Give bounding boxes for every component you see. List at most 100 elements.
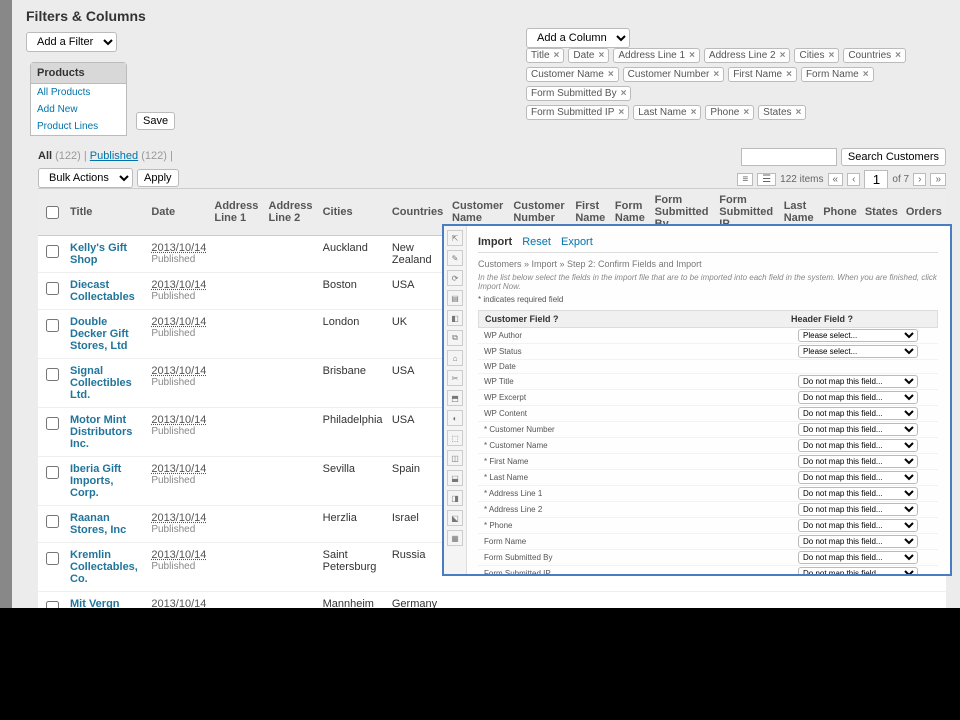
column-chip: Form Submitted By×: [526, 86, 631, 101]
tool-icon[interactable]: ◫: [447, 450, 463, 466]
row-title[interactable]: Double Decker Gift Stores, Ltd: [70, 316, 129, 352]
field-map-select[interactable]: Do not map this field...: [798, 471, 918, 484]
row-title[interactable]: Kremlin Collectables, Co.: [70, 549, 138, 585]
bulk-actions-select[interactable]: Bulk Actions: [38, 168, 133, 188]
first-page-button[interactable]: «: [828, 173, 844, 186]
field-map-select[interactable]: Do not map this field...: [798, 519, 918, 532]
sidebar-link[interactable]: All Products: [31, 84, 126, 101]
column-header[interactable]: Title: [66, 189, 147, 236]
tool-icon[interactable]: ▤: [447, 290, 463, 306]
column-header[interactable]: Date: [147, 189, 210, 236]
row-checkbox[interactable]: [46, 552, 59, 565]
tool-icon[interactable]: ⬕: [447, 510, 463, 526]
published-filter[interactable]: Published: [90, 150, 138, 162]
save-button[interactable]: Save: [136, 112, 175, 130]
column-header[interactable]: Address Line 2: [265, 189, 319, 236]
remove-chip-icon[interactable]: ×: [796, 107, 802, 118]
remove-chip-icon[interactable]: ×: [828, 50, 834, 61]
row-title[interactable]: Diecast Collectables: [70, 279, 135, 303]
row-checkbox[interactable]: [46, 417, 59, 430]
add-filter-select[interactable]: Add a Filter: [26, 32, 117, 52]
field-map-select[interactable]: Do not map this field...: [798, 503, 918, 516]
tool-icon[interactable]: ⇱: [447, 230, 463, 246]
row-checkbox[interactable]: [46, 466, 59, 479]
field-map-select[interactable]: Do not map this field...: [798, 551, 918, 564]
field-map-select[interactable]: Do not map this field...: [798, 535, 918, 548]
remove-chip-icon[interactable]: ×: [691, 107, 697, 118]
field-map-select[interactable]: Do not map this field...: [798, 423, 918, 436]
search-input[interactable]: [741, 148, 837, 166]
tool-icon[interactable]: ⌂: [447, 350, 463, 366]
prev-page-button[interactable]: ‹: [847, 173, 860, 186]
modal-tab[interactable]: Import: [478, 236, 512, 248]
remove-chip-icon[interactable]: ×: [608, 69, 614, 80]
tool-icon[interactable]: ▦: [447, 530, 463, 546]
row-checkbox[interactable]: [46, 319, 59, 332]
field-map-select[interactable]: Do not map this field...: [798, 407, 918, 420]
field-map-select[interactable]: Do not map this field...: [798, 439, 918, 452]
remove-chip-icon[interactable]: ×: [618, 107, 624, 118]
field-map-select[interactable]: Do not map this field...: [798, 455, 918, 468]
row-checkbox[interactable]: [46, 601, 59, 608]
field-map-select[interactable]: Do not map this field...: [798, 391, 918, 404]
view-list-icon[interactable]: ≡: [737, 173, 753, 186]
remove-chip-icon[interactable]: ×: [621, 88, 627, 99]
tool-icon[interactable]: ◐: [447, 410, 463, 426]
field-map-select[interactable]: Do not map this field...: [798, 567, 918, 574]
row-title[interactable]: Kelly's Gift Shop: [70, 242, 127, 266]
row-title[interactable]: Signal Collectibles Ltd.: [70, 365, 132, 401]
remove-chip-icon[interactable]: ×: [743, 107, 749, 118]
sidebar-link[interactable]: Product Lines: [31, 118, 126, 135]
remove-chip-icon[interactable]: ×: [780, 50, 786, 61]
remove-chip-icon[interactable]: ×: [713, 69, 719, 80]
column-header[interactable]: Address Line 1: [210, 189, 264, 236]
tool-icon[interactable]: ✎: [447, 250, 463, 266]
row-checkbox[interactable]: [46, 368, 59, 381]
view-excerpt-icon[interactable]: ☰: [757, 173, 776, 186]
add-column-select[interactable]: Add a Column: [526, 28, 630, 48]
column-header[interactable]: [38, 189, 66, 236]
row-checkbox[interactable]: [46, 282, 59, 295]
page-input[interactable]: [864, 170, 888, 189]
select-all-checkbox[interactable]: [46, 206, 59, 219]
row-checkbox[interactable]: [46, 245, 59, 258]
column-chip: Form Name×: [801, 67, 874, 82]
row-title[interactable]: Motor Mint Distributors Inc.: [70, 414, 132, 450]
field-label: WP Author: [478, 329, 798, 342]
modal-tab[interactable]: Export: [561, 236, 593, 248]
row-checkbox[interactable]: [46, 515, 59, 528]
search-button[interactable]: Search Customers: [841, 148, 946, 166]
row-title[interactable]: Iberia Gift Imports, Corp.: [70, 463, 121, 499]
apply-button[interactable]: Apply: [137, 169, 179, 187]
field-map-select[interactable]: Do not map this field...: [798, 375, 918, 388]
sidebar-link[interactable]: Add New: [31, 101, 126, 118]
tool-icon[interactable]: ⬒: [447, 390, 463, 406]
remove-chip-icon[interactable]: ×: [599, 50, 605, 61]
field-label: * Customer Name: [478, 439, 798, 452]
map-header-header: Header Field ?: [785, 311, 937, 327]
last-page-button[interactable]: »: [930, 173, 946, 186]
tool-icon[interactable]: ⧉: [447, 330, 463, 346]
remove-chip-icon[interactable]: ×: [863, 69, 869, 80]
field-map-select[interactable]: Do not map this field...: [798, 487, 918, 500]
remove-chip-icon[interactable]: ×: [689, 50, 695, 61]
column-header[interactable]: Cities: [319, 189, 388, 236]
tool-icon[interactable]: ⬓: [447, 470, 463, 486]
field-map-select[interactable]: Please select...: [798, 345, 918, 358]
next-page-button[interactable]: ›: [913, 173, 926, 186]
remove-chip-icon[interactable]: ×: [554, 50, 560, 61]
tool-icon[interactable]: ✂: [447, 370, 463, 386]
tool-icon[interactable]: ⟳: [447, 270, 463, 286]
remove-chip-icon[interactable]: ×: [786, 69, 792, 80]
field-map-row: WP AuthorPlease select...: [478, 328, 938, 344]
column-header[interactable]: Countries: [388, 189, 448, 236]
row-title[interactable]: Raanan Stores, Inc: [70, 512, 126, 536]
column-chip: States×: [758, 105, 806, 120]
field-map-select[interactable]: Please select...: [798, 329, 918, 342]
remove-chip-icon[interactable]: ×: [895, 50, 901, 61]
tool-icon[interactable]: ◨: [447, 490, 463, 506]
tool-icon[interactable]: ⬚: [447, 430, 463, 446]
modal-tab[interactable]: Reset: [522, 236, 551, 248]
row-title[interactable]: Mit Vergn: [70, 598, 120, 608]
tool-icon[interactable]: ◧: [447, 310, 463, 326]
